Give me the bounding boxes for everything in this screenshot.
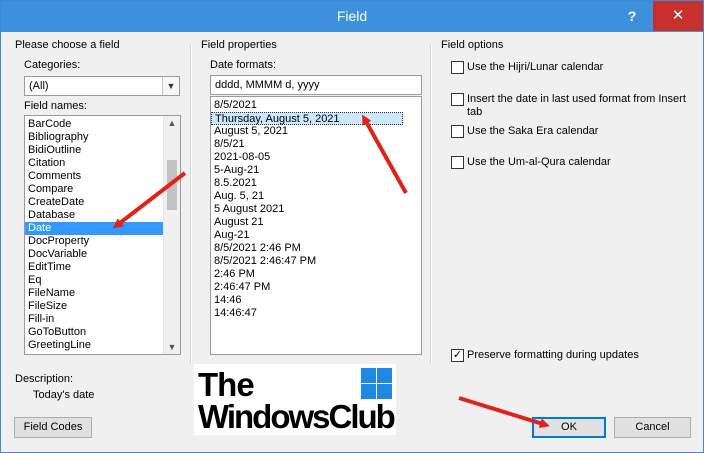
saka-label: Use the Saka Era calendar xyxy=(467,125,599,137)
categories-label: Categories: xyxy=(24,59,81,71)
field-name-item[interactable]: GreetingLine xyxy=(25,339,163,352)
field-name-item[interactable]: Database xyxy=(25,209,163,222)
field-codes-button[interactable]: Field Codes xyxy=(14,417,92,438)
date-format-item[interactable]: 5-Aug-21 xyxy=(211,164,403,177)
date-format-item[interactable]: 14:46 xyxy=(211,294,403,307)
field-name-item[interactable]: DocProperty xyxy=(25,235,163,248)
date-format-item[interactable]: 2021-08-05 xyxy=(211,151,403,164)
field-name-item[interactable]: Bibliography xyxy=(25,131,163,144)
date-format-item[interactable]: Thursday, August 5, 2021 xyxy=(211,112,403,125)
categories-dropdown[interactable]: (All) ▼ xyxy=(24,76,180,96)
hijri-label: Use the Hijri/Lunar calendar xyxy=(467,61,604,73)
date-format-value: dddd, MMMM d, yyyy xyxy=(215,79,320,91)
windowsclub-watermark: The WindowsClub xyxy=(194,364,396,435)
field-name-item[interactable]: BarCode xyxy=(25,118,163,131)
windows-logo-icon xyxy=(361,368,392,399)
field-name-item[interactable]: FileSize xyxy=(25,300,163,313)
field-name-item[interactable]: CreateDate xyxy=(25,196,163,209)
options-section-title: Field options xyxy=(441,39,504,51)
date-format-item[interactable]: 5 August 2021 xyxy=(211,203,403,216)
um-al-qura-label: Use the Um-al-Qura calendar xyxy=(467,156,611,168)
chevron-down-icon[interactable]: ▼ xyxy=(162,77,179,95)
description-text: Today's date xyxy=(33,389,95,401)
field-name-item[interactable]: FileName xyxy=(25,287,163,300)
hijri-checkbox[interactable] xyxy=(451,61,464,74)
date-format-item[interactable]: 2:46 PM xyxy=(211,268,403,281)
categories-value: (All) xyxy=(29,80,49,92)
field-name-item[interactable]: Citation xyxy=(25,157,163,170)
field-section-title: Please choose a field xyxy=(15,39,120,51)
field-name-item[interactable]: BidiOutline xyxy=(25,144,163,157)
scroll-up-icon[interactable]: ▲ xyxy=(164,116,180,130)
properties-section-title: Field properties xyxy=(201,39,277,51)
last-format-checkbox[interactable] xyxy=(451,93,464,106)
ok-button[interactable]: OK xyxy=(532,417,606,438)
field-name-item[interactable]: Comments xyxy=(25,170,163,183)
field-dialog: Field ? ✕ Please choose a field Categori… xyxy=(0,0,704,453)
field-names-items: BarCode Bibliography BidiOutline Citation Co… xyxy=(25,118,163,352)
field-names-label: Field names: xyxy=(24,100,87,112)
field-name-item[interactable]: Date xyxy=(25,222,163,235)
date-formats-label: Date formats: xyxy=(210,59,277,71)
field-name-item[interactable]: Fill-in xyxy=(25,313,163,326)
dialog-title: Field xyxy=(336,8,368,24)
scrollbar-thumb[interactable] xyxy=(167,160,177,210)
field-names-scrollbar[interactable]: ▲ ▼ xyxy=(163,116,180,354)
preserve-formatting-checkbox[interactable]: ✓ xyxy=(451,349,464,362)
date-format-item[interactable]: Aug-21 xyxy=(211,229,403,242)
date-format-item[interactable]: 14:46:47 xyxy=(211,307,403,320)
field-name-item[interactable]: Eq xyxy=(25,274,163,287)
date-format-item[interactable]: August 21 xyxy=(211,216,403,229)
date-format-input[interactable]: dddd, MMMM d, yyyy xyxy=(210,75,422,95)
date-formats-items: 8/5/2021 Thursday, August 5, 2021 August 5… xyxy=(211,99,403,320)
date-formats-list[interactable]: 8/5/2021 Thursday, August 5, 2021 August 5… xyxy=(210,96,422,355)
date-format-item[interactable]: 8/5/2021 2:46 PM xyxy=(211,242,403,255)
preserve-formatting-label: Preserve formatting during updates xyxy=(467,349,639,361)
um-al-qura-checkbox[interactable] xyxy=(451,156,464,169)
date-format-item[interactable]: 8/5/21 xyxy=(211,138,403,151)
panel-divider-right xyxy=(430,45,432,363)
cancel-button[interactable]: Cancel xyxy=(614,417,691,438)
help-button[interactable]: ? xyxy=(621,5,643,27)
saka-checkbox[interactable] xyxy=(451,125,464,138)
field-names-list[interactable]: BarCode Bibliography BidiOutline Citation Co… xyxy=(24,115,181,355)
close-button[interactable]: ✕ xyxy=(653,1,703,31)
description-label: Description: xyxy=(15,373,74,385)
field-name-item[interactable]: Compare xyxy=(25,183,163,196)
date-format-item[interactable]: Aug. 5, 21 xyxy=(211,190,403,203)
field-name-item[interactable]: DocVariable xyxy=(25,248,163,261)
date-format-item[interactable]: 8/5/2021 xyxy=(211,99,403,112)
date-format-item[interactable]: 2:46:47 PM xyxy=(211,281,403,294)
date-format-item[interactable]: August 5, 2021 xyxy=(211,125,403,138)
watermark-line-2: WindowsClub xyxy=(198,398,396,435)
title-bar: Field ? ✕ xyxy=(1,1,703,32)
date-format-item[interactable]: 8/5/2021 2:46:47 PM xyxy=(211,255,403,268)
field-name-item[interactable]: GoToButton xyxy=(25,326,163,339)
scroll-down-icon[interactable]: ▼ xyxy=(164,340,180,354)
last-format-label: Insert the date in last used format from… xyxy=(467,93,686,118)
field-name-item[interactable]: EditTime xyxy=(25,261,163,274)
date-format-item[interactable]: 8.5.2021 xyxy=(211,177,403,190)
panel-divider-left xyxy=(190,45,192,363)
